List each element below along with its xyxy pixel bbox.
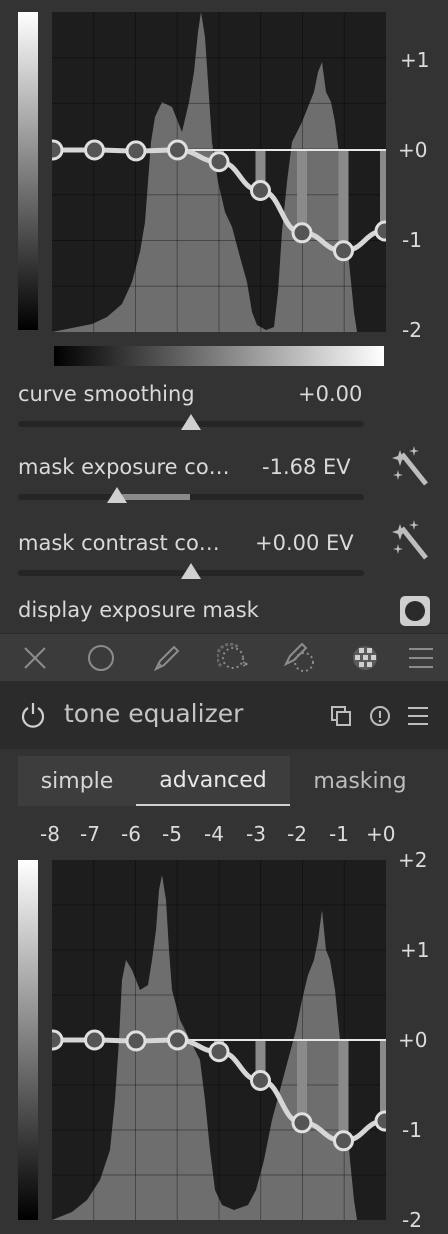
presets-icon[interactable]	[406, 705, 430, 727]
bottom-correction-bar	[297, 1040, 307, 1123]
bottom-curve-node[interactable]	[125, 1030, 147, 1052]
magic-wand-icon[interactable]	[392, 520, 432, 564]
bottom-curve-graph[interactable]	[52, 860, 386, 1220]
x-tick-label: -2	[287, 822, 307, 846]
top-curve-node[interactable]	[250, 180, 271, 201]
close-icon[interactable]	[11, 634, 59, 682]
bottom-curve-node[interactable]	[333, 1130, 354, 1152]
top-y-label: -1	[402, 228, 422, 252]
mask-contrast-label: mask contrast co…	[18, 531, 220, 555]
top-curve-graph[interactable]	[52, 12, 386, 332]
bottom-curve-node[interactable]	[250, 1070, 271, 1091]
x-tick-label: -4	[204, 822, 224, 846]
top-curve-node[interactable]	[125, 140, 147, 162]
bottom-curve-node[interactable]	[208, 1041, 230, 1063]
top-curve-node[interactable]	[291, 222, 313, 244]
bottom-curve-node[interactable]	[374, 1110, 386, 1132]
x-tick-label: -7	[80, 822, 100, 846]
module-title: tone equalizer	[64, 699, 244, 728]
luminance-gradient-vertical	[18, 860, 38, 1220]
mask-toggle-circle	[405, 601, 425, 621]
x-tick-label: -8	[40, 822, 60, 846]
top-correction-bar	[297, 150, 307, 233]
curve-smoothing-handle[interactable]	[181, 414, 201, 430]
top-curve-node[interactable]	[374, 220, 386, 242]
mask-exposure-slider[interactable]	[18, 494, 364, 500]
mask-contrast-handle[interactable]	[181, 563, 201, 579]
circle-icon[interactable]	[77, 634, 125, 682]
x-tick-label: -5	[162, 822, 182, 846]
bottom-curve-node[interactable]	[84, 1029, 105, 1051]
x-tick-label: -6	[121, 822, 141, 846]
top-y-label: -2	[402, 318, 422, 342]
bottom-y-label: -1	[402, 1118, 422, 1142]
mask-contrast-value: +0.00 EV	[255, 531, 354, 555]
bottom-curve-node[interactable]	[52, 1029, 64, 1051]
luminance-gradient-horizontal	[54, 346, 384, 366]
mask-exposure-handle[interactable]	[107, 487, 127, 503]
x-tick-label: -1	[329, 822, 349, 846]
bottom-y-label: +0	[398, 1028, 428, 1052]
top-curve-node[interactable]	[84, 139, 105, 161]
bottom-correction-bar	[338, 1040, 349, 1141]
top-correction-bar	[380, 150, 386, 231]
menu-icon[interactable]	[397, 634, 445, 682]
bottom-y-label: +2	[398, 848, 428, 872]
reset-icon[interactable]	[368, 704, 392, 728]
brush-icon[interactable]	[275, 634, 323, 682]
display-mask-toggle[interactable]	[400, 596, 430, 626]
top-curve-node[interactable]	[167, 139, 188, 161]
tab-simple[interactable]: simple	[18, 756, 136, 806]
bottom-correction-bar	[380, 1040, 386, 1121]
gradient-icon[interactable]	[209, 634, 257, 682]
top-curve-node[interactable]	[333, 240, 354, 262]
parametric-mask-icon[interactable]	[341, 634, 389, 682]
module-tabs: simple advanced masking	[18, 756, 430, 806]
tab-advanced[interactable]: advanced	[136, 756, 290, 806]
bottom-curve-node[interactable]	[167, 1029, 188, 1051]
luminance-gradient-vertical	[18, 12, 38, 330]
power-icon[interactable]	[20, 701, 46, 729]
bottom-curve-node[interactable]	[291, 1112, 313, 1134]
x-tick-label: +0	[366, 822, 396, 846]
magic-wand-icon[interactable]	[392, 446, 432, 490]
mask-exposure-fill	[122, 494, 190, 500]
bottom-y-label: +1	[400, 938, 430, 962]
multi-instance-icon[interactable]	[330, 705, 352, 727]
top-y-label: +0	[398, 138, 428, 162]
top-y-label: +1	[400, 48, 430, 72]
top-curve-node[interactable]	[52, 139, 64, 161]
curve-smoothing-label: curve smoothing	[18, 382, 195, 406]
curve-smoothing-value: +0.00	[298, 382, 363, 406]
display-exposure-mask-label: display exposure mask	[18, 598, 259, 622]
top-correction-bar	[338, 150, 349, 251]
top-curve-node[interactable]	[208, 151, 230, 173]
module-header[interactable]: tone equalizer	[0, 681, 448, 749]
x-tick-label: -3	[246, 822, 266, 846]
tab-masking[interactable]: masking	[290, 756, 430, 806]
pencil-icon[interactable]	[143, 634, 191, 682]
mask-exposure-value: -1.68 EV	[262, 455, 351, 479]
bottom-y-label: -2	[402, 1208, 422, 1232]
mask-toolbar	[0, 633, 448, 682]
mask-exposure-label: mask exposure co…	[18, 455, 230, 479]
